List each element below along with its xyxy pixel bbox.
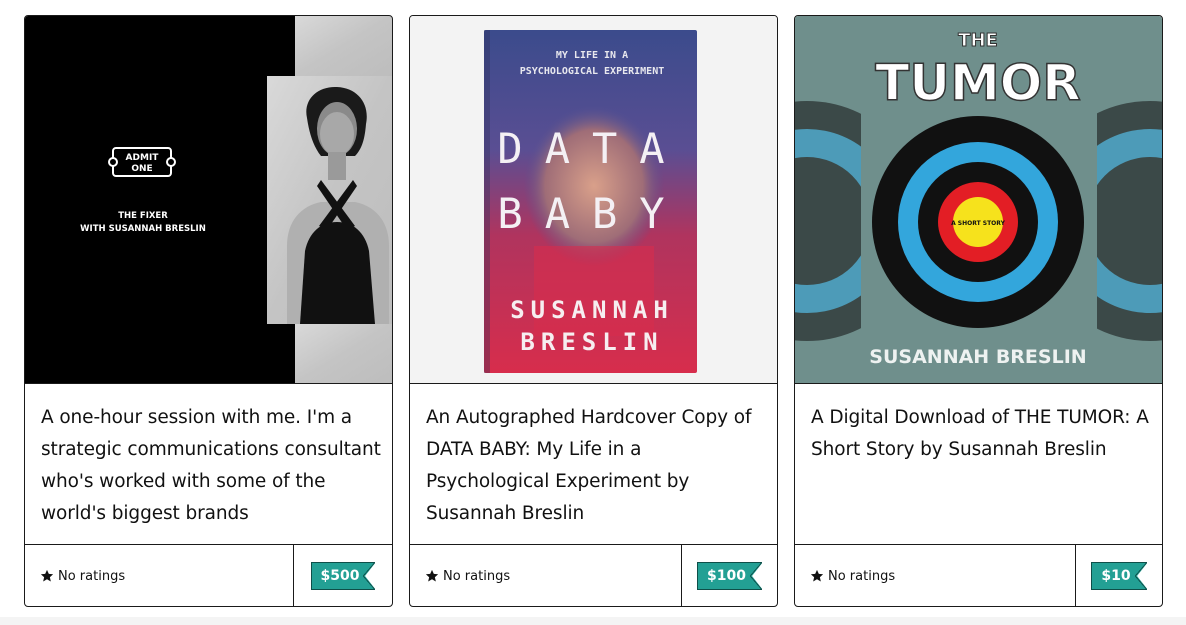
cover-author: SUSANNAH BRESLIN — [869, 346, 1086, 368]
star-icon — [810, 569, 824, 582]
page-bottom-strip — [0, 617, 1186, 625]
ticket-text-one: ONE — [131, 164, 152, 174]
product-card-tumor[interactable]: A SHORT STORY THE TUMOR SUSANNAH BRESLIN… — [794, 15, 1163, 607]
cover-line-fixer: THE FIXER — [118, 211, 168, 221]
product-card-data-baby[interactable]: MY LIFE IN A PSYCHOLOGICAL EXPERIMENT DA… — [409, 15, 778, 607]
product-footer: No ratings $10 — [795, 544, 1162, 606]
product-card-fixer[interactable]: ADMIT ONE THE FIXER WITH SUSANNAH BRESLI… — [24, 15, 393, 607]
product-title[interactable]: A one-hour session with me. I'm a strate… — [41, 402, 381, 530]
price-cell: $10 — [1075, 545, 1162, 606]
rating-summary: No ratings — [40, 545, 126, 606]
product-cover-image[interactable]: ADMIT ONE THE FIXER WITH SUSANNAH BRESLI… — [25, 16, 392, 384]
fixer-cover-art: ADMIT ONE THE FIXER WITH SUSANNAH BRESLI… — [25, 16, 392, 383]
product-cover-image[interactable]: MY LIFE IN A PSYCHOLOGICAL EXPERIMENT DA… — [410, 16, 777, 384]
bullseye-label: A SHORT STORY — [951, 220, 1006, 227]
cover-the: THE — [958, 30, 998, 51]
star-icon — [425, 569, 439, 582]
product-footer: No ratings $500 — [25, 544, 392, 606]
rating-text: No ratings — [828, 568, 896, 584]
product-footer: No ratings $100 — [410, 544, 777, 606]
rating-summary: No ratings — [425, 545, 511, 606]
book-subtitle-line2: PSYCHOLOGICAL EXPERIMENT — [520, 66, 665, 77]
price-cell: $100 — [681, 545, 777, 606]
tumor-cover-art: A SHORT STORY THE TUMOR SUSANNAH BRESLIN — [795, 16, 1162, 383]
product-grid: ADMIT ONE THE FIXER WITH SUSANNAH BRESLI… — [24, 15, 1164, 607]
price-tag[interactable]: $500 — [310, 562, 377, 590]
rating-text: No ratings — [443, 568, 511, 584]
price-cell: $500 — [293, 545, 392, 606]
book-author-last: BRESLIN — [520, 328, 663, 356]
rating-text: No ratings — [58, 568, 126, 584]
product-title[interactable]: A Digital Download of THE TUMOR: A Short… — [811, 402, 1151, 466]
product-cover-image[interactable]: A SHORT STORY THE TUMOR SUSANNAH BRESLIN — [795, 16, 1162, 384]
price-tag[interactable]: $10 — [1091, 562, 1148, 590]
star-icon — [40, 569, 54, 582]
book-title-data: DATA — [497, 124, 686, 173]
cover-line-with: WITH SUSANNAH BRESLIN — [80, 224, 206, 234]
rating-summary: No ratings — [810, 545, 896, 606]
data-baby-cover-art: MY LIFE IN A PSYCHOLOGICAL EXPERIMENT DA… — [410, 16, 777, 383]
product-title[interactable]: An Autographed Hardcover Copy of DATA BA… — [426, 402, 766, 530]
book-author-first: SUSANNAH — [510, 296, 674, 324]
ticket-text-admit: ADMIT — [126, 153, 160, 163]
cover-tumor: TUMOR — [875, 54, 1080, 112]
book-subtitle-line1: MY LIFE IN A — [556, 50, 628, 61]
book-title-baby: BABY — [497, 189, 686, 238]
price-tag[interactable]: $100 — [697, 562, 763, 590]
